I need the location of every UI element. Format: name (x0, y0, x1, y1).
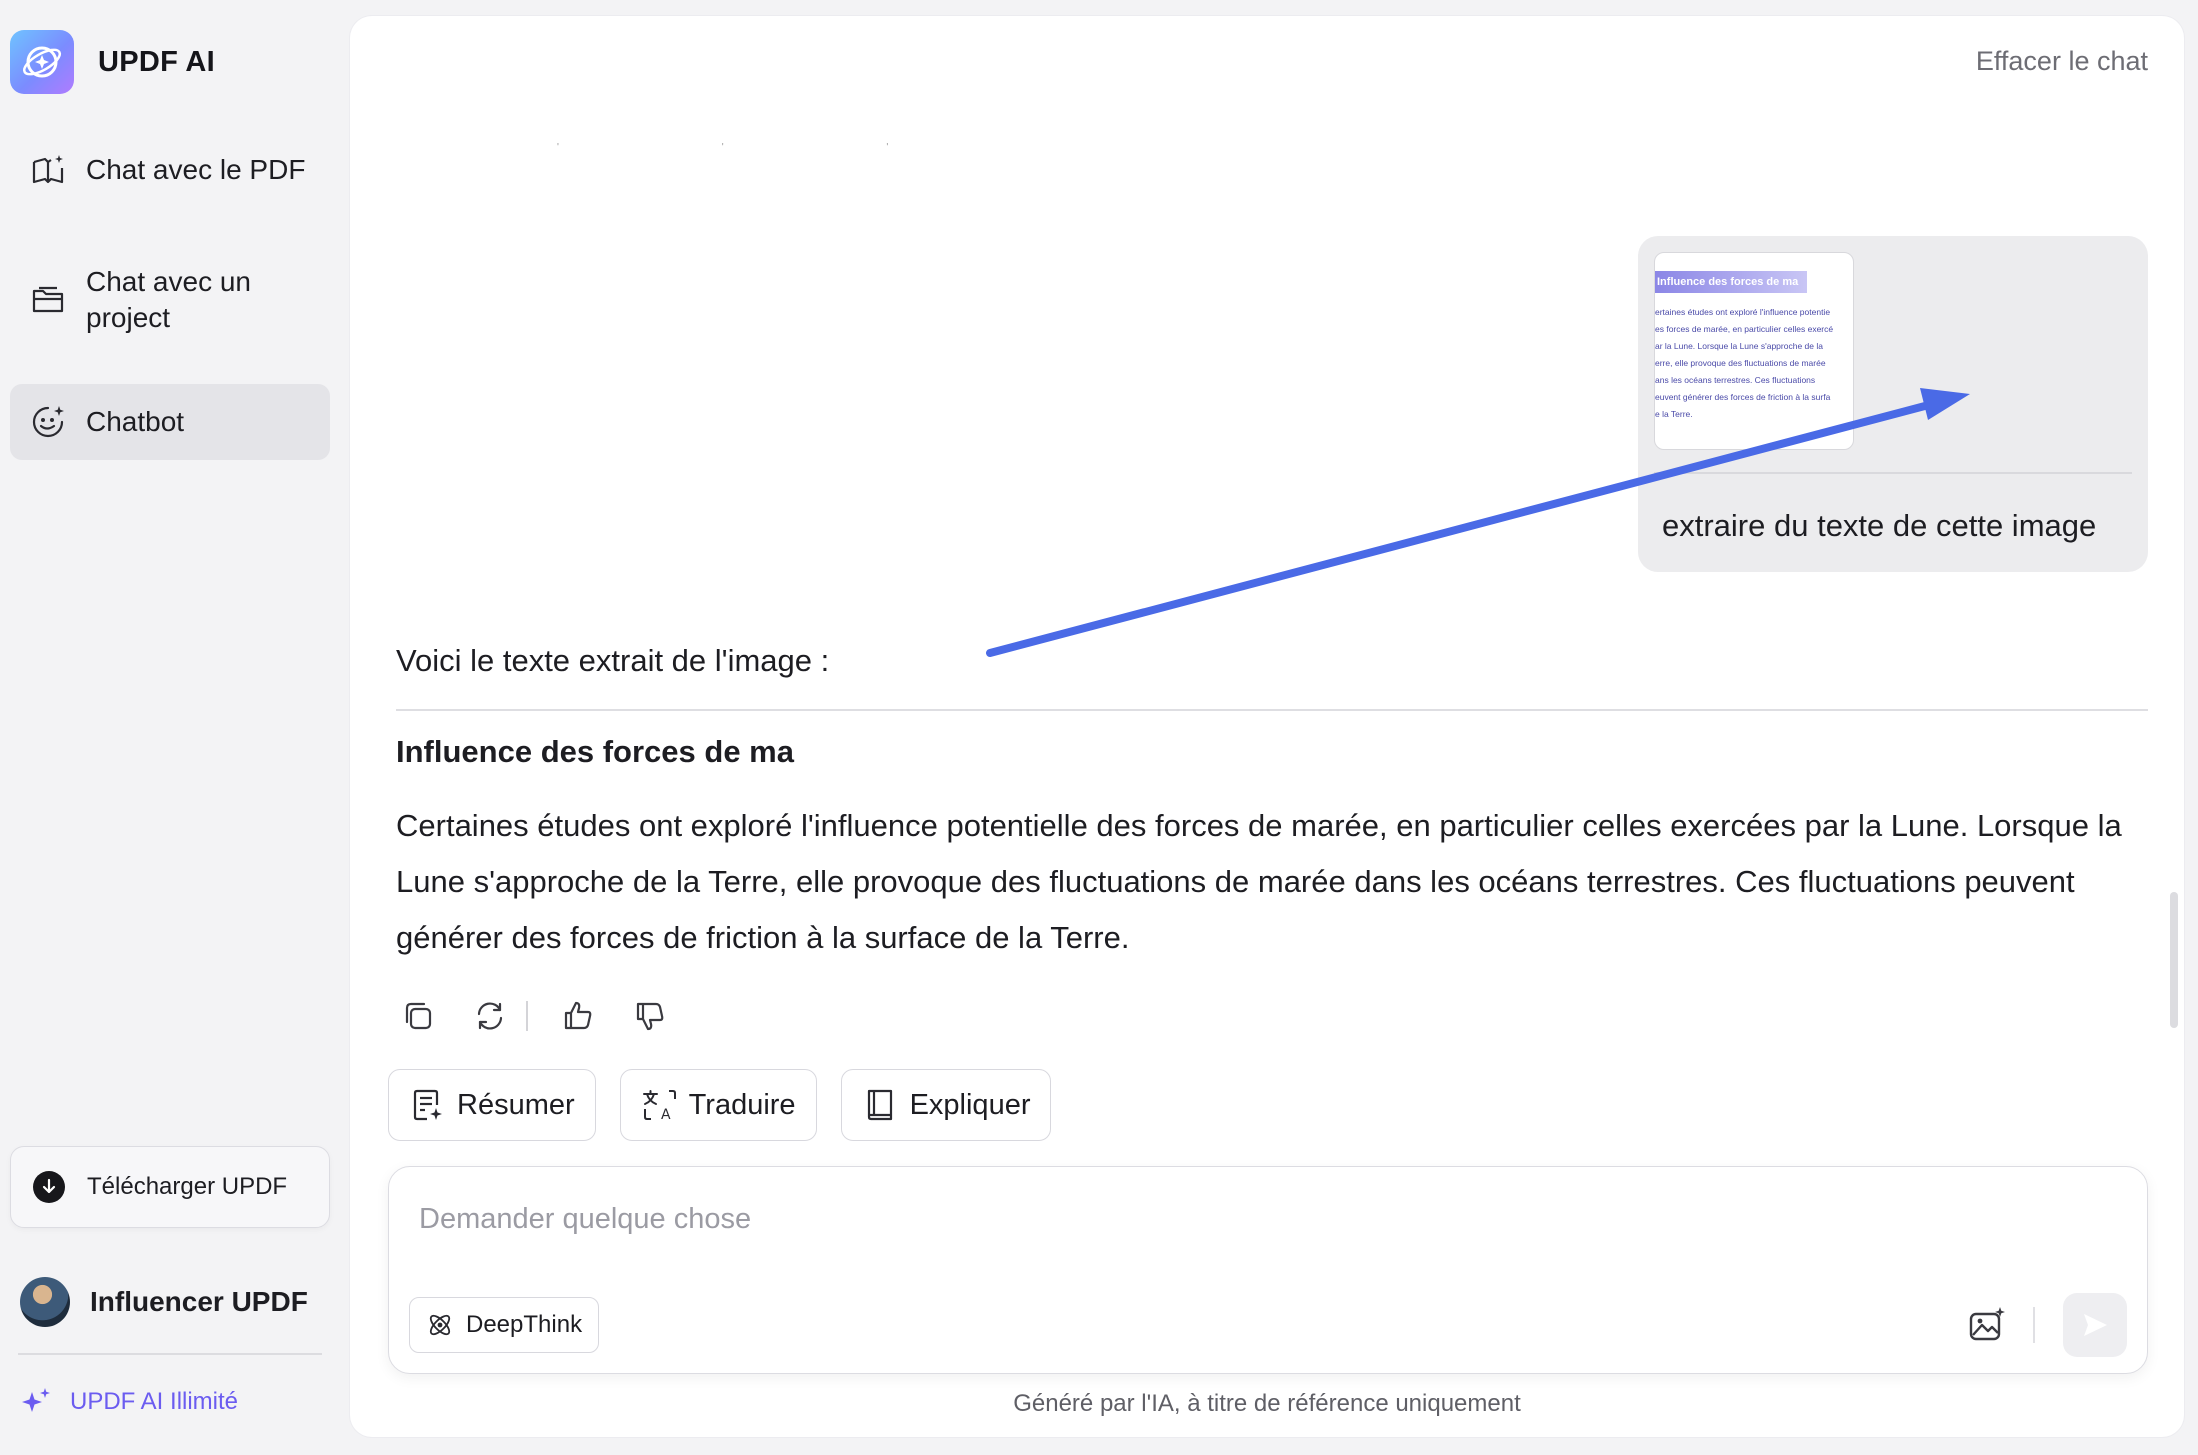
thumbnail-line: euvent générer des forces de friction à … (1655, 392, 1831, 402)
sidebar-item-label: Chat avec le PDF (86, 154, 306, 185)
plan-label: UPDF AI Illimité (70, 1388, 239, 1415)
thumbnail-line: e la Terre. (1655, 409, 1693, 419)
sparkle-icon (22, 1388, 50, 1412)
user-name: Influencer UPDF (90, 1286, 308, 1317)
composer-divider (2033, 1307, 2035, 1343)
sidebar-item-chat-project[interactable]: Chat avec un project (10, 250, 330, 350)
sidebar-item-label: Chat avec un project (86, 266, 251, 333)
sidebar-item-label: Chatbot (86, 406, 185, 437)
translate-button[interactable]: A Traduire (619, 1069, 817, 1141)
thumbnail-line: erre, elle provoque des fluctuations de … (1655, 358, 1826, 368)
bubble-divider (1654, 472, 2132, 474)
book-icon (867, 1089, 892, 1121)
user-message-text: extraire du texte de cette image (1662, 508, 2097, 543)
sidebar-item-chatbot[interactable]: Chatbot (10, 384, 330, 460)
assistant-intro: Voici le texte extrait de l'image : (396, 643, 830, 678)
updf-ai-logo-icon (10, 30, 74, 94)
chat-panel: Effacer le chat ' ' ' Influence des forc… (350, 16, 2184, 1437)
plan-link[interactable]: UPDF AI Illimité (20, 1386, 238, 1418)
avatar (20, 1277, 70, 1327)
folder-icon (32, 286, 64, 313)
sidebar: UPDF AI Chat avec le PDF Chat avec un pr… (0, 0, 340, 1455)
truncated-previous-content: ' ' ' (557, 142, 969, 153)
thumbs-down-icon[interactable] (628, 994, 672, 1038)
assistant-heading: Influence des forces de ma (396, 734, 794, 769)
quick-actions: Résumer A Traduire Expliquer (388, 1069, 1075, 1141)
image-sparkle-icon[interactable] (1963, 1301, 2011, 1349)
translate-label: Traduire (688, 1088, 796, 1121)
explain-button[interactable]: Expliquer (840, 1069, 1052, 1141)
assistant-body: Certaines études ont exploré l'influence… (396, 808, 2122, 955)
user-profile[interactable]: Influencer UPDF (20, 1277, 308, 1327)
download-label: Télécharger UPDF (87, 1173, 288, 1200)
summarize-label: Résumer (457, 1088, 575, 1121)
chatbot-face-icon (32, 406, 64, 438)
send-button[interactable] (2063, 1293, 2127, 1357)
download-icon (33, 1171, 65, 1203)
ai-disclaimer: Généré par l'IA, à titre de référence un… (1013, 1390, 1521, 1417)
actions-divider (526, 1001, 528, 1031)
brand-name: UPDF AI (98, 45, 216, 78)
scrollbar[interactable] (2170, 892, 2178, 1028)
message-actions (396, 994, 700, 1038)
summarize-button[interactable]: Résumer (388, 1069, 596, 1141)
deepthink-toggle[interactable]: DeepThink (409, 1297, 600, 1353)
thumbs-up-icon[interactable] (556, 994, 600, 1038)
thumbnail-line: ar la Lune. Lorsque la Lune s'approche d… (1655, 341, 1823, 351)
copy-icon[interactable] (396, 994, 440, 1038)
brand[interactable]: UPDF AI (10, 30, 215, 94)
thumbnail-title: Influence des forces de ma (1655, 271, 1807, 293)
sidebar-item-chat-pdf[interactable]: Chat avec le PDF (10, 134, 330, 206)
download-updf-button[interactable]: Télécharger UPDF (10, 1146, 330, 1228)
explain-label: Expliquer (909, 1088, 1031, 1121)
attached-image-thumbnail[interactable]: Influence des forces de ma ertaines étud… (1654, 252, 1854, 450)
send-icon (2084, 1314, 2107, 1336)
translate-icon: A (642, 1090, 676, 1123)
book-sparkle-icon (32, 155, 64, 184)
deepthink-label: DeepThink (466, 1311, 583, 1338)
atom-icon (429, 1314, 451, 1336)
message-input[interactable] (419, 1197, 2019, 1241)
message-composer: DeepThink (388, 1166, 2148, 1374)
summarize-icon (413, 1089, 442, 1121)
svg-text:A: A (661, 1107, 671, 1123)
regenerate-icon[interactable] (468, 994, 512, 1038)
clear-chat-button[interactable]: Effacer le chat (1976, 46, 2148, 77)
thumbnail-line: es forces de marée, en particulier celle… (1655, 324, 1834, 334)
thumbnail-line: ertaines études ont exploré l'influence … (1655, 307, 1831, 317)
sidebar-divider (18, 1353, 322, 1355)
user-message-bubble: Influence des forces de ma ertaines étud… (1638, 236, 2148, 572)
thumbnail-line: ans les océans terrestres. Ces fluctuati… (1655, 375, 1816, 385)
answer-divider (396, 709, 2148, 711)
